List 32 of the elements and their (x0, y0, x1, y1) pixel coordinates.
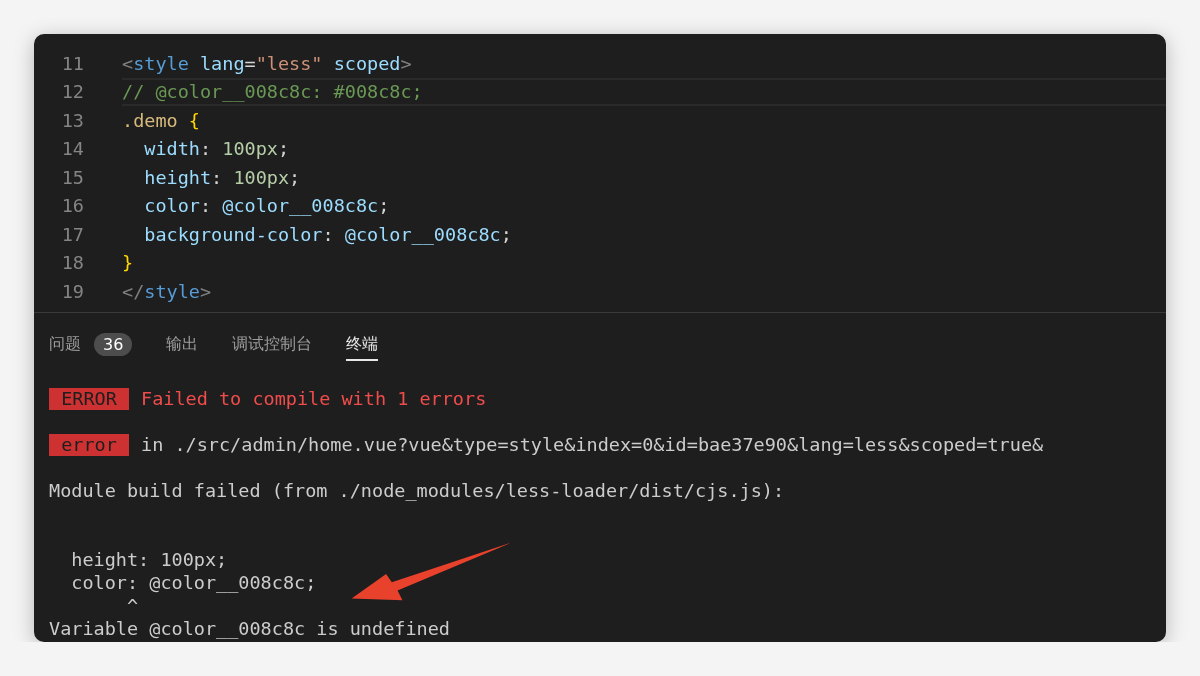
code-line: color: @color__008c8c; (143, 194, 391, 219)
terminal-text: Module build failed (from ./node_modules/less-loader/dist/cjs.js): (49, 479, 785, 502)
panel-tab[interactable]: 问题 36 (49, 329, 133, 361)
line-number: 18 (60, 252, 84, 274)
terminal-text: Failed to compile with 1 errors (141, 387, 487, 410)
terminal-text: in ./src/admin/home.vue?vue&type=style&index=0&id=bae37e90&lang=less&scoped=true& (141, 433, 1044, 456)
line-number: 15 (60, 166, 84, 188)
terminal-text: color: @color__008c8c; (70, 571, 317, 594)
line-number: 14 (60, 138, 84, 160)
terminal-text: height: 100px; (70, 548, 228, 571)
code-line: width: 100px; (143, 137, 291, 162)
terminal-text: Variable @color__008c8c is undefined (49, 617, 450, 640)
count-badge: 36 (94, 332, 133, 356)
panel-tab[interactable]: 输出 (166, 329, 199, 361)
code-line: </style> (122, 279, 213, 304)
code-line: } (122, 251, 135, 276)
code-line: .demo { (122, 108, 201, 133)
code-line: background-color: @color__008c8c; (143, 222, 513, 247)
line-number: 12 (60, 81, 84, 103)
error-badge: error (49, 433, 129, 456)
line-number: 16 (60, 195, 84, 217)
line-number: 17 (60, 223, 84, 245)
panel-tab[interactable]: 调试控制台 (232, 329, 313, 361)
line-number: 13 (60, 109, 84, 131)
code-line: // @color__008c8c: #008c8c; (122, 77, 1166, 106)
code-line: <style lang="less" scoped> (122, 51, 413, 76)
panel-tab[interactable]: 终端 (346, 329, 379, 361)
terminal-text: ^ (125, 594, 139, 617)
code-line: height: 100px; (143, 165, 302, 190)
error-badge: ERROR (49, 387, 129, 410)
line-number: 19 (60, 280, 84, 302)
line-number: 11 (60, 52, 84, 74)
